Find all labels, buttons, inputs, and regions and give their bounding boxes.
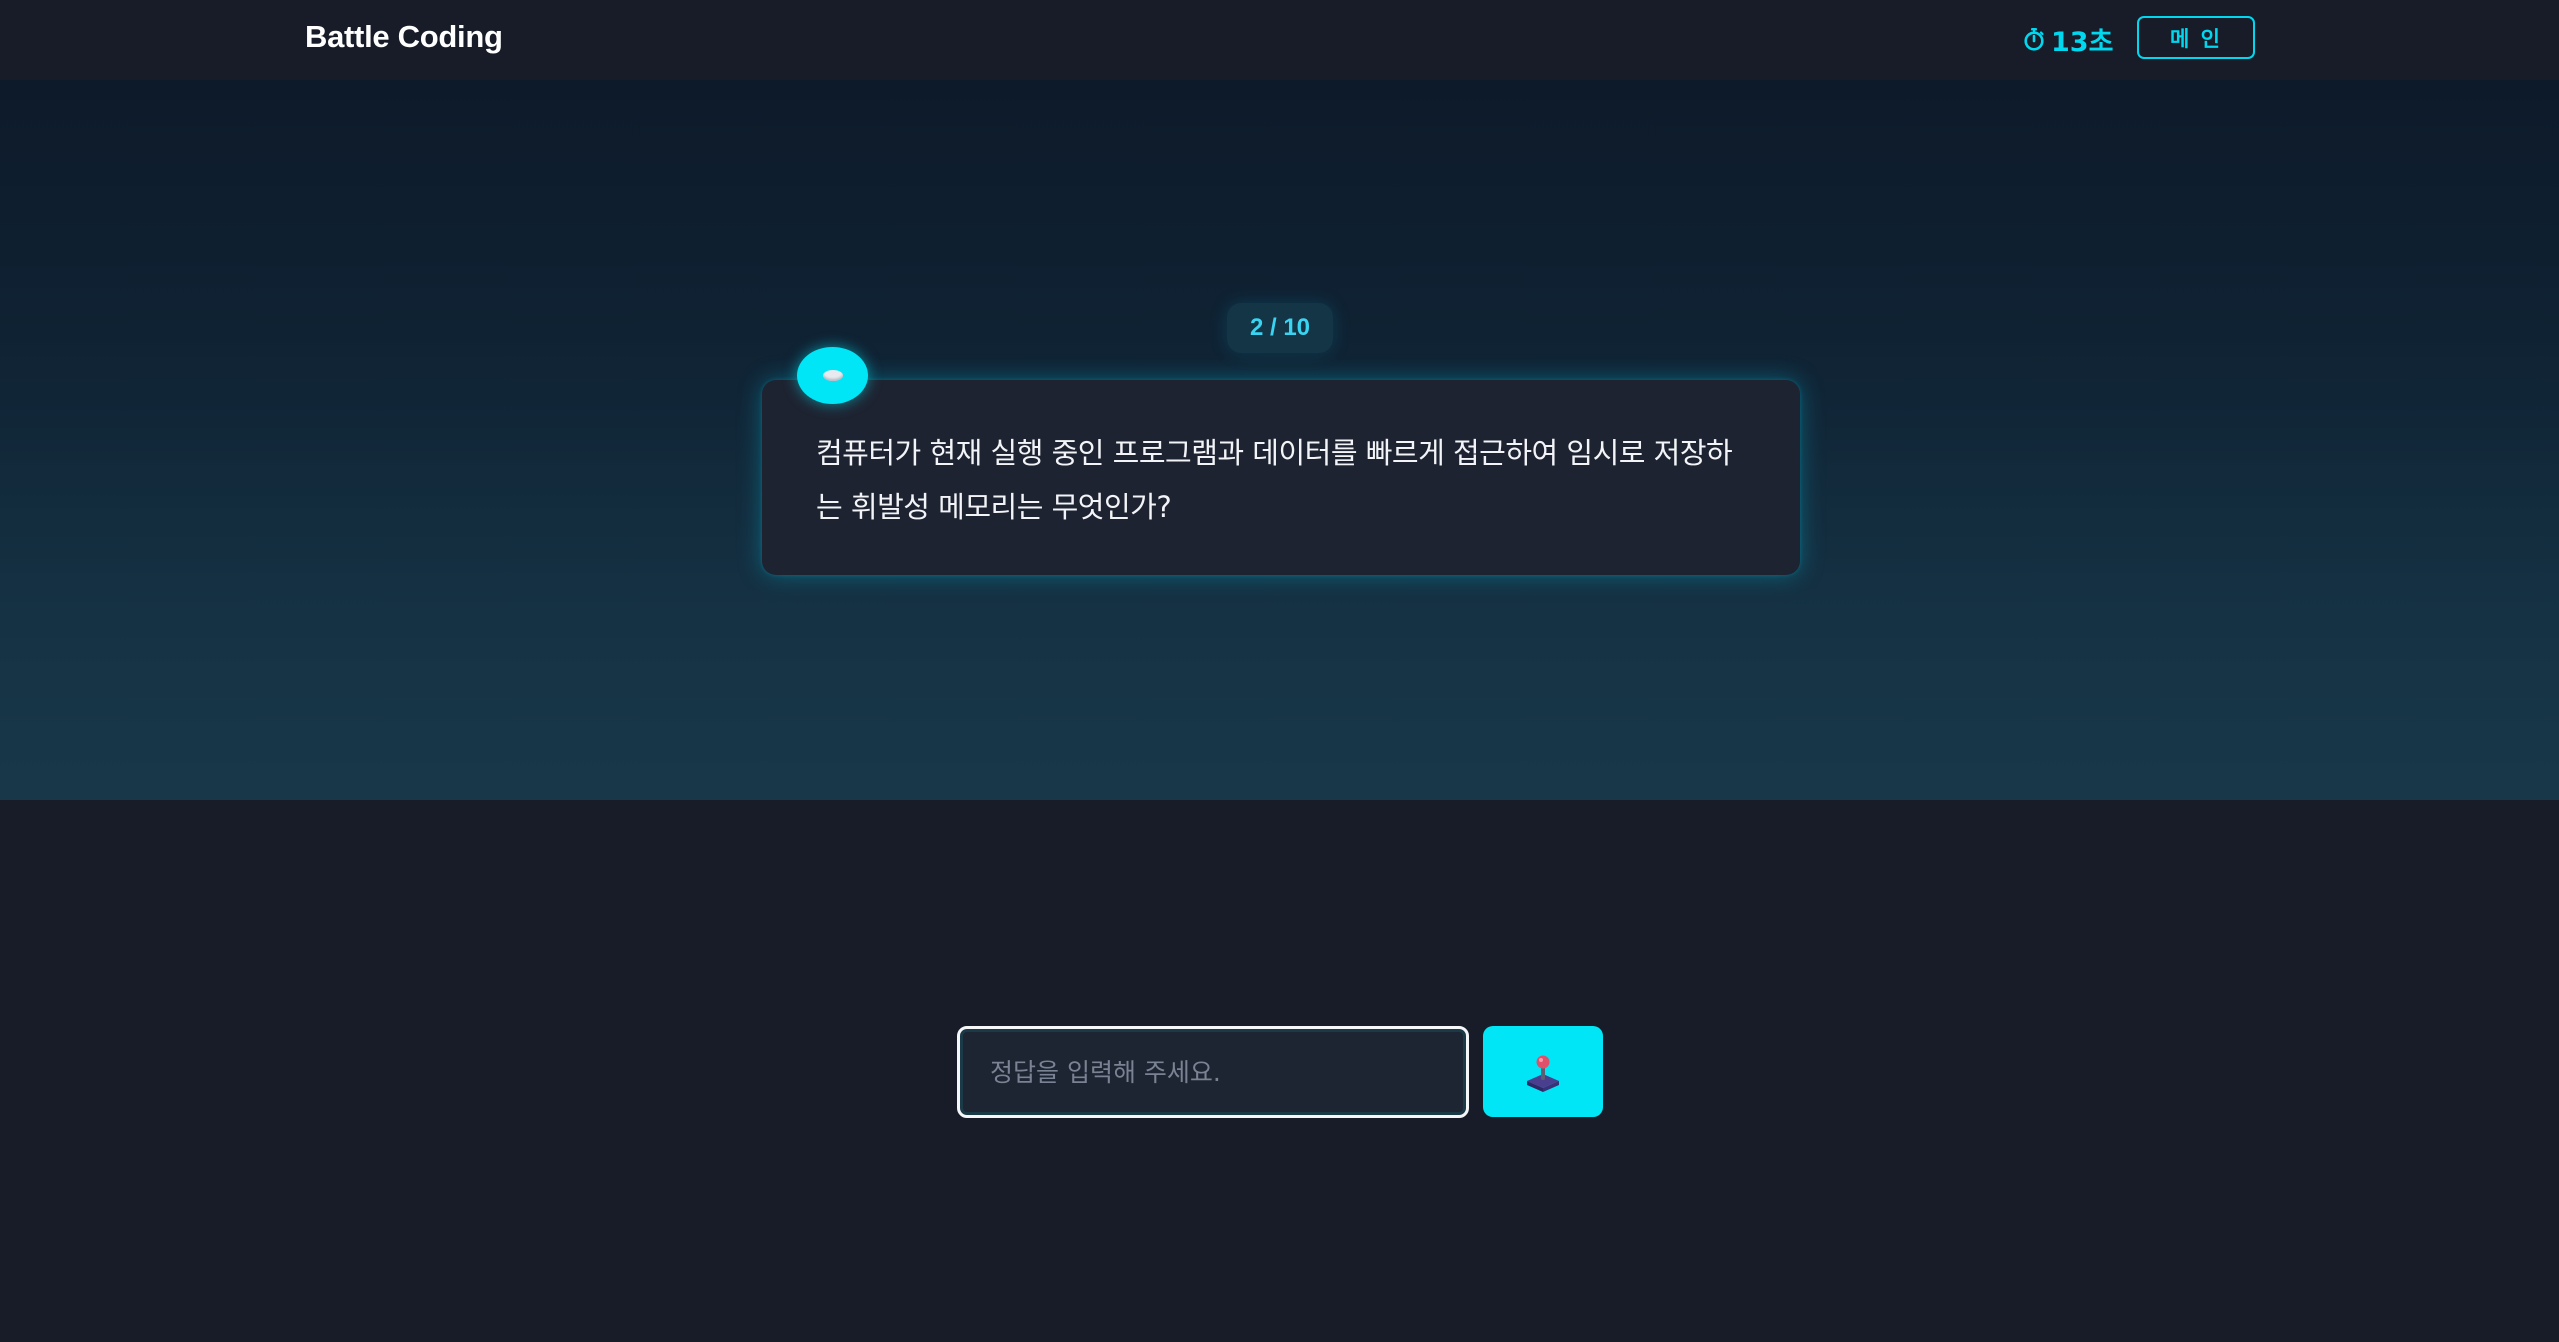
main-button[interactable]: 메 인: [2137, 16, 2255, 59]
stopwatch-icon: [2024, 28, 2044, 51]
top-bar: Battle Coding 13초 메 인: [0, 0, 2559, 80]
question-text: 컴퓨터가 현재 실행 중인 프로그램과 데이터를 빠르게 접근하여 임시로 저장…: [816, 436, 1733, 524]
joystick-icon: [1527, 1055, 1559, 1092]
speech-bubble-icon: [797, 347, 868, 404]
app-title[interactable]: Battle Coding: [305, 19, 503, 55]
timer: 13초: [2022, 20, 2113, 58]
answer-input[interactable]: [957, 1026, 1469, 1118]
bubble-dot: [822, 370, 843, 381]
timer-value: 13초: [2051, 26, 2114, 58]
question-progress: 2 / 10: [1227, 303, 1333, 353]
question-card: 컴퓨터가 현재 실행 중인 프로그램과 데이터를 빠르게 접근하여 임시로 저장…: [762, 380, 1800, 575]
submit-button[interactable]: [1483, 1026, 1603, 1117]
